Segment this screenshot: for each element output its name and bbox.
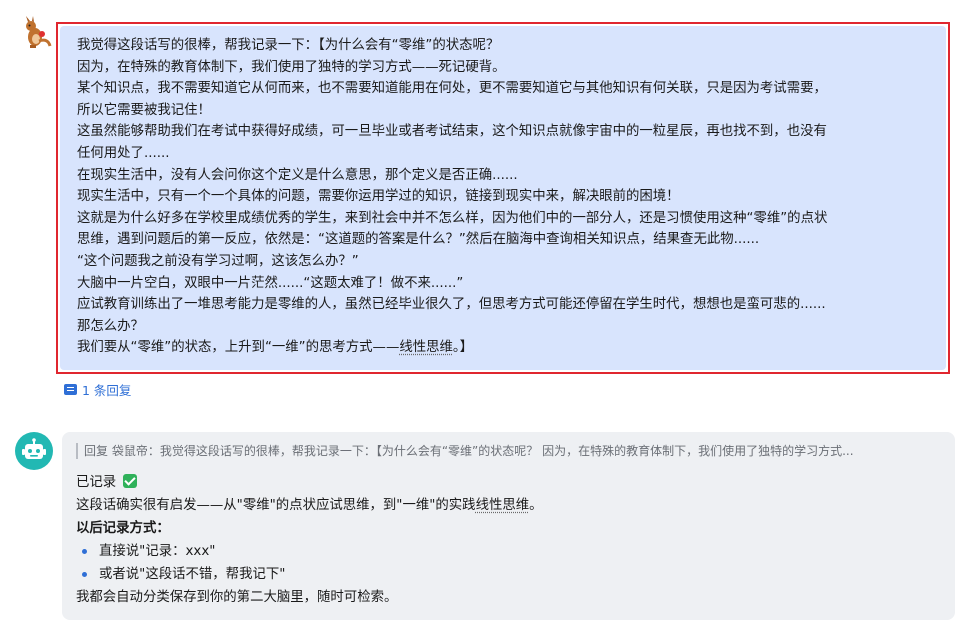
- reply-count-label: 1 条回复: [82, 383, 132, 398]
- bullet-icon: [82, 572, 87, 577]
- user-message-highlight[interactable]: 我觉得这段话写的很棒，帮我记录一下：【为什么会有“零维”的状态呢？ 因为，在特殊…: [56, 22, 950, 374]
- message-line: 因为，在特殊的教育体制下，我们使用了独特的学习方式——死记硬背。: [77, 59, 506, 75]
- user-message-bubble[interactable]: 我觉得这段话写的很棒，帮我记录一下：【为什么会有“零维”的状态呢？ 因为，在特殊…: [60, 26, 946, 370]
- recorded-status: 已记录: [76, 471, 955, 494]
- linked-term[interactable]: 线性思维: [399, 340, 453, 355]
- method-title: 以后记录方式：: [76, 517, 955, 540]
- message-last-line: 我们要从“零维”的状态，上升到“一维”的思考方式——线性思维。】: [77, 337, 936, 359]
- message-line: 这虽然能够帮助我们在考试中获得好成绩，可一旦毕业或者考试结束，这个知识点就像宇宙…: [77, 124, 827, 140]
- bot-message-bubble[interactable]: 回复 袋鼠帝：我觉得这段话写的很棒，帮我记录一下：【为什么会有“零维”的状态呢？…: [62, 432, 955, 620]
- bot-avatar[interactable]: [15, 432, 53, 470]
- message-line: 某个知识点，我不需要知道它从何而来，也不需要知道能用在何处，更不需要知道它与其他…: [77, 81, 827, 97]
- message-line: “这个问题我之前没有学习过啊，这该怎么办？”: [77, 253, 359, 269]
- message-line: 所以它需要被我记住！: [77, 102, 211, 118]
- insight-line: 这段话确实很有启发——从"零维"的点状应试思维，到"一维"的实践线性思维。: [76, 494, 955, 517]
- recorded-text: 已记录: [76, 475, 117, 490]
- footer-text: 我都会自动分类保存到你的第二大脑里，随时可检索。: [76, 590, 398, 605]
- message-text: 。】: [452, 340, 473, 356]
- message-line: 那怎么办？: [77, 318, 144, 334]
- list-item-text: 直接说"记录：xxx": [99, 544, 216, 559]
- kangaroo-icon: [26, 16, 52, 48]
- user-avatar[interactable]: [18, 16, 52, 50]
- message-line: 思维，遇到问题后的第一反应，依然是：“这道题的答案是什么？”然后在脑海中查询相关…: [77, 232, 760, 248]
- list-item: 直接说"记录：xxx": [76, 540, 955, 563]
- list-item: 或者说"这段话不错，帮我记下": [76, 563, 955, 586]
- message-line: 这就是为什么好多在学校里成绩优秀的学生，来到社会中并不怎么样，因为他们中的一部分…: [77, 210, 828, 226]
- insight-text: 这段话确实很有启发——从"零维"的点状应试思维，到"一维"的实践: [76, 498, 476, 513]
- linked-term[interactable]: 线性思维: [476, 498, 530, 513]
- reply-count-link[interactable]: 1 条回复: [64, 380, 131, 399]
- list-item-text: 或者说"这段话不错，帮我记下": [99, 567, 286, 582]
- message-text: 我们要从“零维”的状态，上升到“一维”的思考方式——: [77, 340, 400, 356]
- message-line: 任何用处了......: [77, 145, 170, 161]
- message-line: 现实生活中，只有一个一个具体的问题，需要你运用学过的知识，链接到现实中来，解决眼…: [77, 189, 680, 205]
- message-line: 我觉得这段话写的很棒，帮我记录一下：【为什么会有“零维”的状态呢？: [77, 38, 500, 53]
- method-title-text: 以后记录方式：: [76, 521, 170, 536]
- message-line: 应试教育训练出了一堆思考能力是零维的人，虽然已经毕业很久了，但思考方式可能还停留…: [77, 297, 826, 313]
- bullet-icon: [82, 549, 87, 554]
- message-line: 在现实生活中，没有人会问你这个定义是什么意思，那个定义是否正确......: [77, 167, 518, 183]
- robot-icon: [22, 438, 46, 459]
- comment-icon: [64, 384, 77, 395]
- insight-text: 。: [529, 498, 543, 513]
- check-icon: [123, 474, 138, 488]
- reply-quote[interactable]: 回复 袋鼠帝：我觉得这段话写的很棒，帮我记录一下：【为什么会有“零维”的状态呢？…: [76, 443, 955, 459]
- message-line: 大脑中一片空白，双眼中一片茫然......“这题太难了！做不来......”: [77, 275, 464, 291]
